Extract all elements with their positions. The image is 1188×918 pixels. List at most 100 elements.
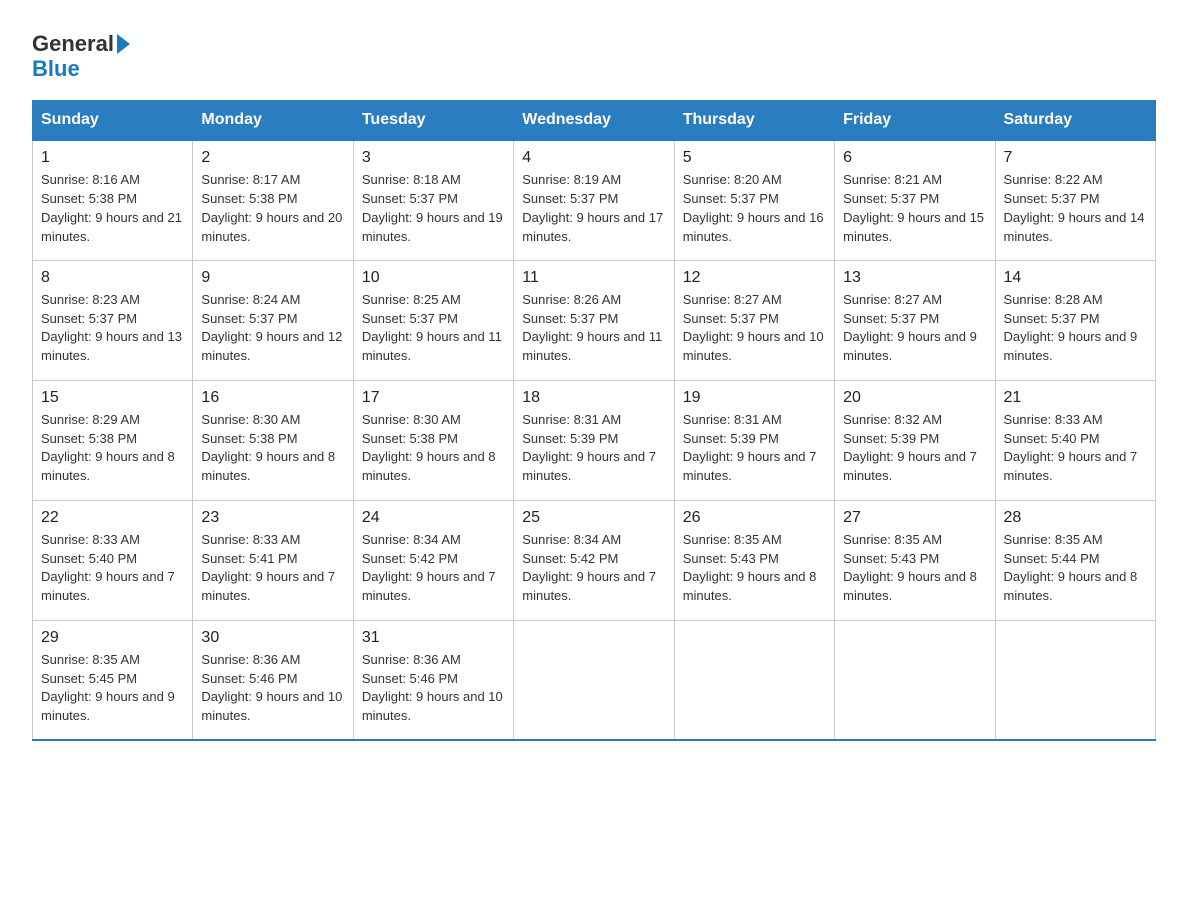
day-number: 20 xyxy=(843,389,986,407)
weekday-header-monday: Monday xyxy=(193,101,353,141)
day-number: 3 xyxy=(362,149,505,167)
calendar-cell: 10 Sunrise: 8:25 AMSunset: 5:37 PMDayligh… xyxy=(353,260,513,380)
calendar-cell: 18 Sunrise: 8:31 AMSunset: 5:39 PMDayligh… xyxy=(514,380,674,500)
day-number: 1 xyxy=(41,149,184,167)
calendar-cell: 29 Sunrise: 8:35 AMSunset: 5:45 PMDayligh… xyxy=(33,620,193,740)
calendar-week-2: 8 Sunrise: 8:23 AMSunset: 5:37 PMDaylight… xyxy=(33,260,1156,380)
day-info: Sunrise: 8:36 AMSunset: 5:46 PMDaylight:… xyxy=(362,651,505,726)
calendar-cell: 23 Sunrise: 8:33 AMSunset: 5:41 PMDayligh… xyxy=(193,500,353,620)
day-number: 26 xyxy=(683,509,826,527)
day-info: Sunrise: 8:23 AMSunset: 5:37 PMDaylight:… xyxy=(41,291,184,366)
calendar-cell: 25 Sunrise: 8:34 AMSunset: 5:42 PMDayligh… xyxy=(514,500,674,620)
day-info: Sunrise: 8:22 AMSunset: 5:37 PMDaylight:… xyxy=(1004,171,1147,246)
calendar-week-5: 29 Sunrise: 8:35 AMSunset: 5:45 PMDayligh… xyxy=(33,620,1156,740)
day-info: Sunrise: 8:31 AMSunset: 5:39 PMDaylight:… xyxy=(522,411,665,486)
day-info: Sunrise: 8:33 AMSunset: 5:41 PMDaylight:… xyxy=(201,531,344,606)
calendar-table: SundayMondayTuesdayWednesdayThursdayFrid… xyxy=(32,100,1156,741)
calendar-cell: 19 Sunrise: 8:31 AMSunset: 5:39 PMDayligh… xyxy=(674,380,834,500)
calendar-cell: 13 Sunrise: 8:27 AMSunset: 5:37 PMDayligh… xyxy=(835,260,995,380)
day-info: Sunrise: 8:35 AMSunset: 5:43 PMDaylight:… xyxy=(843,531,986,606)
calendar-cell: 26 Sunrise: 8:35 AMSunset: 5:43 PMDayligh… xyxy=(674,500,834,620)
day-info: Sunrise: 8:33 AMSunset: 5:40 PMDaylight:… xyxy=(1004,411,1147,486)
logo-blue: Blue xyxy=(32,56,80,82)
calendar-cell: 9 Sunrise: 8:24 AMSunset: 5:37 PMDaylight… xyxy=(193,260,353,380)
calendar-cell: 17 Sunrise: 8:30 AMSunset: 5:38 PMDayligh… xyxy=(353,380,513,500)
day-info: Sunrise: 8:28 AMSunset: 5:37 PMDaylight:… xyxy=(1004,291,1147,366)
day-info: Sunrise: 8:35 AMSunset: 5:43 PMDaylight:… xyxy=(683,531,826,606)
calendar-cell: 11Sunrise: 8:26 AMSunset: 5:37 PMDayligh… xyxy=(514,260,674,380)
day-info: Sunrise: 8:18 AMSunset: 5:37 PMDaylight:… xyxy=(362,171,505,246)
day-info: Sunrise: 8:35 AMSunset: 5:45 PMDaylight:… xyxy=(41,651,184,726)
calendar-cell: 14 Sunrise: 8:28 AMSunset: 5:37 PMDayligh… xyxy=(995,260,1155,380)
day-number: 29 xyxy=(41,629,184,647)
calendar-cell xyxy=(995,620,1155,740)
day-number: 30 xyxy=(201,629,344,647)
day-info: Sunrise: 8:27 AMSunset: 5:37 PMDaylight:… xyxy=(683,291,826,366)
calendar-cell: 20Sunrise: 8:32 AMSunset: 5:39 PMDayligh… xyxy=(835,380,995,500)
day-info: Sunrise: 8:34 AMSunset: 5:42 PMDaylight:… xyxy=(362,531,505,606)
weekday-header-saturday: Saturday xyxy=(995,101,1155,141)
day-info: Sunrise: 8:34 AMSunset: 5:42 PMDaylight:… xyxy=(522,531,665,606)
calendar-cell: 3 Sunrise: 8:18 AMSunset: 5:37 PMDaylight… xyxy=(353,140,513,260)
calendar-cell: 15 Sunrise: 8:29 AMSunset: 5:38 PMDayligh… xyxy=(33,380,193,500)
calendar-cell: 8 Sunrise: 8:23 AMSunset: 5:37 PMDaylight… xyxy=(33,260,193,380)
calendar-cell: 16 Sunrise: 8:30 AMSunset: 5:38 PMDayligh… xyxy=(193,380,353,500)
day-number: 10 xyxy=(362,269,505,287)
calendar-cell xyxy=(514,620,674,740)
calendar-week-3: 15 Sunrise: 8:29 AMSunset: 5:38 PMDayligh… xyxy=(33,380,1156,500)
calendar-cell: 30Sunrise: 8:36 AMSunset: 5:46 PMDayligh… xyxy=(193,620,353,740)
calendar-cell: 24Sunrise: 8:34 AMSunset: 5:42 PMDayligh… xyxy=(353,500,513,620)
day-number: 5 xyxy=(683,149,826,167)
day-info: Sunrise: 8:30 AMSunset: 5:38 PMDaylight:… xyxy=(201,411,344,486)
calendar-cell: 2Sunrise: 8:17 AMSunset: 5:38 PMDaylight… xyxy=(193,140,353,260)
day-number: 16 xyxy=(201,389,344,407)
day-number: 25 xyxy=(522,509,665,527)
day-info: Sunrise: 8:30 AMSunset: 5:38 PMDaylight:… xyxy=(362,411,505,486)
weekday-header-thursday: Thursday xyxy=(674,101,834,141)
logo-arrow-icon xyxy=(117,34,130,54)
day-info: Sunrise: 8:27 AMSunset: 5:37 PMDaylight:… xyxy=(843,291,986,366)
day-number: 17 xyxy=(362,389,505,407)
day-number: 8 xyxy=(41,269,184,287)
day-number: 6 xyxy=(843,149,986,167)
day-number: 13 xyxy=(843,269,986,287)
calendar-cell: 1Sunrise: 8:16 AMSunset: 5:38 PMDaylight… xyxy=(33,140,193,260)
day-number: 18 xyxy=(522,389,665,407)
day-number: 15 xyxy=(41,389,184,407)
day-info: Sunrise: 8:31 AMSunset: 5:39 PMDaylight:… xyxy=(683,411,826,486)
logo: General Blue xyxy=(32,32,130,82)
day-number: 9 xyxy=(201,269,344,287)
day-number: 19 xyxy=(683,389,826,407)
weekday-header-sunday: Sunday xyxy=(33,101,193,141)
day-info: Sunrise: 8:35 AMSunset: 5:44 PMDaylight:… xyxy=(1004,531,1147,606)
page-header: General Blue xyxy=(32,24,1156,82)
day-number: 4 xyxy=(522,149,665,167)
logo-general: General xyxy=(32,32,114,56)
day-number: 14 xyxy=(1004,269,1147,287)
day-info: Sunrise: 8:26 AMSunset: 5:37 PMDaylight:… xyxy=(522,291,665,366)
day-info: Sunrise: 8:20 AMSunset: 5:37 PMDaylight:… xyxy=(683,171,826,246)
day-info: Sunrise: 8:19 AMSunset: 5:37 PMDaylight:… xyxy=(522,171,665,246)
calendar-cell: 12 Sunrise: 8:27 AMSunset: 5:37 PMDayligh… xyxy=(674,260,834,380)
day-number: 27 xyxy=(843,509,986,527)
day-number: 28 xyxy=(1004,509,1147,527)
calendar-cell: 6 Sunrise: 8:21 AMSunset: 5:37 PMDaylight… xyxy=(835,140,995,260)
calendar-cell: 4 Sunrise: 8:19 AMSunset: 5:37 PMDaylight… xyxy=(514,140,674,260)
day-info: Sunrise: 8:24 AMSunset: 5:37 PMDaylight:… xyxy=(201,291,344,366)
day-number: 23 xyxy=(201,509,344,527)
calendar-cell: 28 Sunrise: 8:35 AMSunset: 5:44 PMDayligh… xyxy=(995,500,1155,620)
calendar-cell: 7 Sunrise: 8:22 AMSunset: 5:37 PMDaylight… xyxy=(995,140,1155,260)
calendar-cell: 21 Sunrise: 8:33 AMSunset: 5:40 PMDayligh… xyxy=(995,380,1155,500)
day-info: Sunrise: 8:33 AMSunset: 5:40 PMDaylight:… xyxy=(41,531,184,606)
day-number: 7 xyxy=(1004,149,1147,167)
calendar-cell: 27 Sunrise: 8:35 AMSunset: 5:43 PMDayligh… xyxy=(835,500,995,620)
calendar-cell: 31Sunrise: 8:36 AMSunset: 5:46 PMDayligh… xyxy=(353,620,513,740)
day-info: Sunrise: 8:21 AMSunset: 5:37 PMDaylight:… xyxy=(843,171,986,246)
day-number: 12 xyxy=(683,269,826,287)
weekday-header-wednesday: Wednesday xyxy=(514,101,674,141)
day-info: Sunrise: 8:25 AMSunset: 5:37 PMDaylight:… xyxy=(362,291,505,366)
weekday-header-friday: Friday xyxy=(835,101,995,141)
day-info: Sunrise: 8:29 AMSunset: 5:38 PMDaylight:… xyxy=(41,411,184,486)
day-number: 22 xyxy=(41,509,184,527)
day-number: 21 xyxy=(1004,389,1147,407)
